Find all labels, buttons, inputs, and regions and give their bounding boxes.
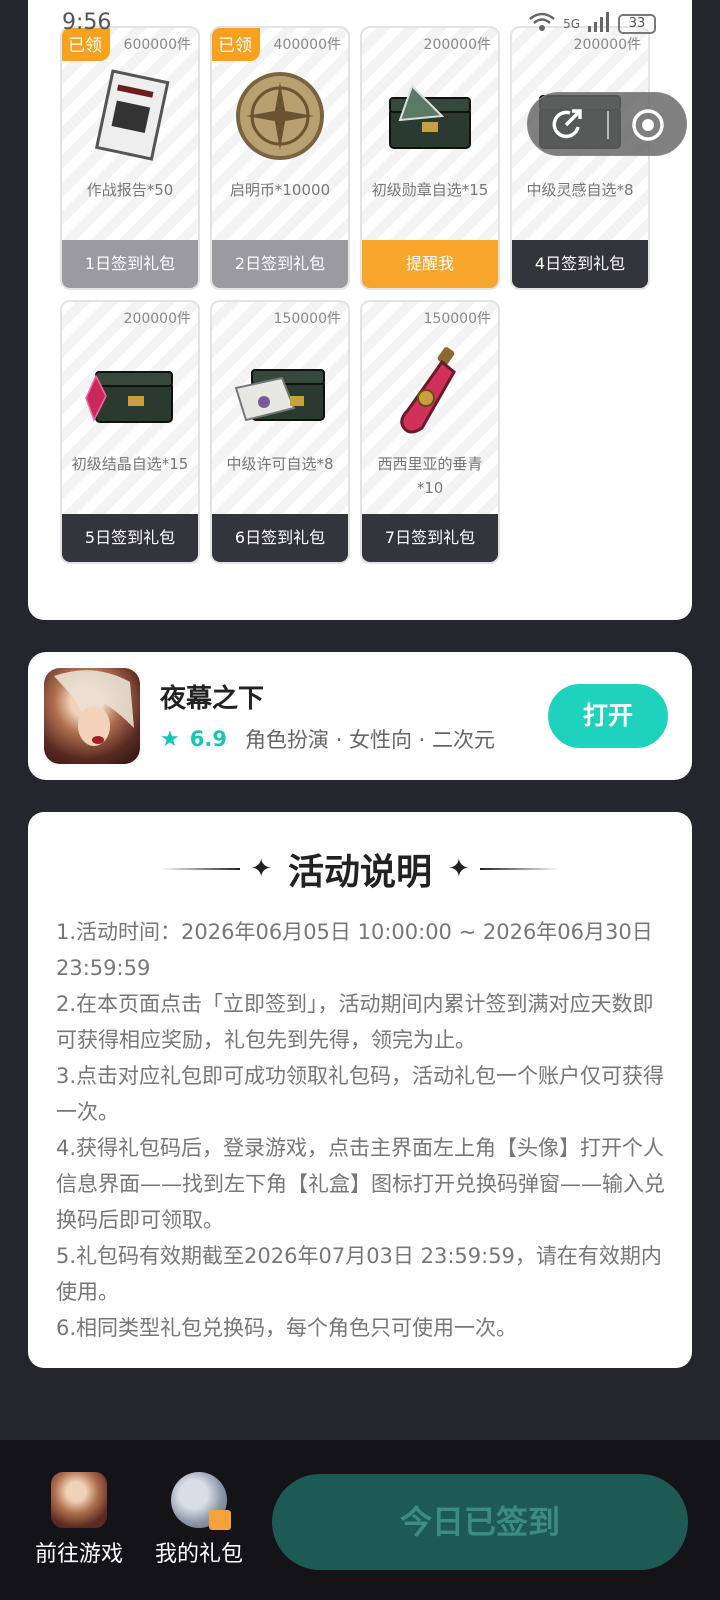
gift-item[interactable]: 400000件 已领 启明币*10000 2日签到礼包	[210, 26, 350, 290]
gift-day-label: 6日签到礼包	[212, 514, 348, 562]
claimed-badge: 已领	[62, 28, 110, 61]
close-target-icon[interactable]	[628, 105, 668, 145]
crystal-chest-icon	[85, 371, 173, 423]
gift-name: 初级结晶自选*15	[71, 455, 189, 473]
gift-stock: 200000件	[123, 311, 191, 327]
rule-item: 5.礼包码有效期截至2026年07月03日 23:59:59，请在有效期内使用。	[56, 1244, 662, 1304]
gift-day-label: 4日签到礼包	[512, 240, 648, 288]
gift-stock: 200000件	[573, 37, 641, 53]
mini-program-capsule	[527, 92, 687, 156]
bottom-bar: 前往游戏 我的礼包 今日已签到	[0, 1440, 720, 1600]
game-name: 夜幕之下	[160, 684, 265, 714]
capsule-divider	[607, 111, 609, 139]
gift-item[interactable]: 150000件 中级许可自选*8 6日签到礼包	[210, 300, 350, 564]
go-game-button[interactable]: 前往游戏	[24, 1472, 134, 1568]
open-game-button[interactable]: 打开	[548, 684, 668, 748]
game-score: 6.9	[189, 727, 227, 751]
gift-day-label: 7日签到礼包	[362, 514, 498, 562]
divider-line	[160, 868, 241, 870]
report-icon	[94, 69, 170, 161]
gift-item[interactable]: 200000件 中级灵感自选*8 4日签到礼包	[510, 26, 650, 290]
sparkle-icon: ✦	[448, 854, 470, 884]
coin-icon	[236, 72, 324, 160]
signed-today-button[interactable]: 今日已签到	[272, 1474, 688, 1570]
gift-stock: 200000件	[423, 37, 491, 53]
gift-stock: 600000件	[123, 37, 191, 53]
gift-name: 西西里亚的垂青*10	[377, 455, 483, 497]
potion-icon	[400, 347, 456, 434]
my-gifts-button[interactable]: 我的礼包	[144, 1472, 254, 1568]
game-meta: ★ 6.9 角色扮演 · 女性向 · 二次元	[160, 724, 495, 754]
go-game-label: 前往游戏	[34, 1542, 123, 1567]
rule-item: 1.活动时间：2026年06月05日 10:00:00 ~ 2026年06月30…	[56, 920, 653, 980]
rules-list: 1.活动时间：2026年06月05日 10:00:00 ~ 2026年06月30…	[56, 914, 666, 1346]
rules-title: 活动说明	[287, 852, 432, 893]
gift-box-icon	[209, 1510, 231, 1530]
sparkle-icon: ✦	[250, 854, 272, 884]
rule-item: 4.获得礼包码后，登录游戏，点击主界面左上角【头像】打开个人信息界面——找到左下…	[56, 1136, 665, 1232]
divider-line	[479, 868, 560, 870]
gift-name: 初级勋章自选*15	[371, 181, 489, 199]
gift-name: 中级许可自选*8	[226, 455, 334, 473]
gift-stock: 400000件	[273, 37, 341, 53]
game-thumb-icon	[51, 1472, 107, 1528]
star-icon: ★	[160, 726, 180, 752]
gift-item[interactable]: 200000件 初级勋章自选*15 提醒我	[360, 26, 500, 290]
rule-item: 3.点击对应礼包即可成功领取礼包码，活动礼包一个账户仅可获得一次。	[56, 1064, 665, 1124]
remind-me-button[interactable]: 提醒我	[362, 240, 498, 288]
gift-day-label: 2日签到礼包	[212, 240, 348, 288]
rule-item: 6.相同类型礼包兑换码，每个角色只可使用一次。	[56, 1316, 518, 1340]
gift-stock: 150000件	[273, 311, 341, 327]
activity-rules-card: ✦ 活动说明 ✦ 1.活动时间：2026年06月05日 10:00:00 ~ 2…	[28, 812, 692, 1368]
gift-stock: 150000件	[423, 311, 491, 327]
gift-avatar-icon	[171, 1472, 231, 1530]
gift-day-label: 5日签到礼包	[62, 514, 198, 562]
permit-chest-icon	[234, 369, 325, 422]
claimed-badge: 已领	[212, 28, 260, 61]
medal-chest-icon	[389, 84, 471, 149]
gift-day-label: 1日签到礼包	[62, 240, 198, 288]
game-tags: 角色扮演 · 女性向 · 二次元	[244, 728, 495, 752]
gift-name: 作战报告*50	[86, 181, 174, 199]
rule-item: 2.在本页面点击「立即签到」，活动期间内累计签到满对应天数即可获得相应奖励，礼包…	[56, 992, 654, 1052]
rules-header: ✦ 活动说明 ✦	[28, 844, 692, 894]
gift-item[interactable]: 150000件 西西里亚的垂青*10 7日签到礼包	[360, 300, 500, 564]
gift-item[interactable]: 600000件 已领 作战报告*50 1日签到礼包	[60, 26, 200, 290]
my-gifts-label: 我的礼包	[154, 1542, 243, 1567]
game-info-card: 夜幕之下 ★ 6.9 角色扮演 · 女性向 · 二次元 打开	[28, 652, 692, 780]
game-avatar	[44, 668, 140, 764]
gift-name: 启明币*10000	[229, 181, 331, 199]
gift-name: 中级灵感自选*8	[526, 181, 634, 199]
gift-item[interactable]: 200000件 初级结晶自选*15 5日签到礼包	[60, 300, 200, 564]
share-icon[interactable]	[548, 105, 588, 145]
